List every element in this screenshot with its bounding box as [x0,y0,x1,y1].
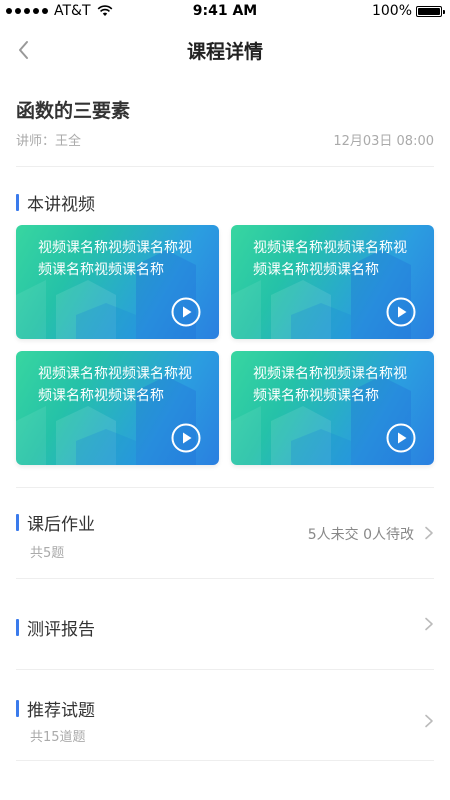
battery-percent: 100% [371,3,412,19]
chevron-right-icon [425,617,433,631]
chevron-right-icon [425,714,433,728]
battery-icon [416,5,445,17]
accent-bar [16,514,19,531]
chevron-right-icon [425,526,433,540]
video-title: 视频课名称视频课名称视频课名称视频课名称 [38,240,192,278]
divider [16,166,434,167]
accent-bar [16,700,19,717]
homework-row[interactable]: 课后作业 共5题 5人未交 0人待改 [0,488,450,578]
accent-bar [16,194,19,211]
video-title: 视频课名称视频课名称视频课名称视频课名称 [253,366,407,404]
course-datetime: 12月03日 08:00 [333,134,434,149]
status-bar: AT&T 9:41 AM 100% [0,0,450,24]
recommend-label: 推荐试题 [27,701,95,721]
video-card[interactable]: 视频课名称视频课名称视频课名称视频课名称 [16,225,219,339]
recommend-title: 推荐试题 [16,696,95,721]
recommend-count: 共15道题 [30,730,86,745]
section-label: 本讲视频 [27,195,95,215]
report-label: 测评报告 [27,620,95,640]
play-icon[interactable] [171,297,201,327]
divider [16,760,434,761]
homework-status: 5人未交 0人待改 [307,527,414,543]
page-title: 课程详情 [186,41,263,63]
video-card[interactable]: 视频课名称视频课名称视频课名称视频课名称 [231,351,434,465]
nav-bar: 课程详情 [0,24,450,76]
recommend-row[interactable]: 推荐试题 共15道题 [0,670,450,760]
homework-title: 课后作业 [16,510,95,535]
video-card[interactable]: 视频课名称视频课名称视频课名称视频课名称 [231,225,434,339]
teacher-label: 讲师：王全 [16,134,82,149]
accent-bar [16,619,19,636]
section-videos-title: 本讲视频 [16,190,95,215]
homework-label: 课后作业 [27,515,95,535]
play-icon[interactable] [386,423,416,453]
video-title: 视频课名称视频课名称视频课名称视频课名称 [38,366,192,404]
video-title: 视频课名称视频课名称视频课名称视频课名称 [253,240,407,278]
homework-count: 共5题 [30,546,65,561]
battery-group: 100% [371,3,445,19]
video-card[interactable]: 视频课名称视频课名称视频课名称视频课名称 [16,351,219,465]
course-title: 函数的三要素 [16,100,131,122]
play-icon[interactable] [386,297,416,327]
report-title: 测评报告 [16,615,95,640]
play-icon[interactable] [171,423,201,453]
report-row[interactable]: 测评报告 [0,579,450,669]
